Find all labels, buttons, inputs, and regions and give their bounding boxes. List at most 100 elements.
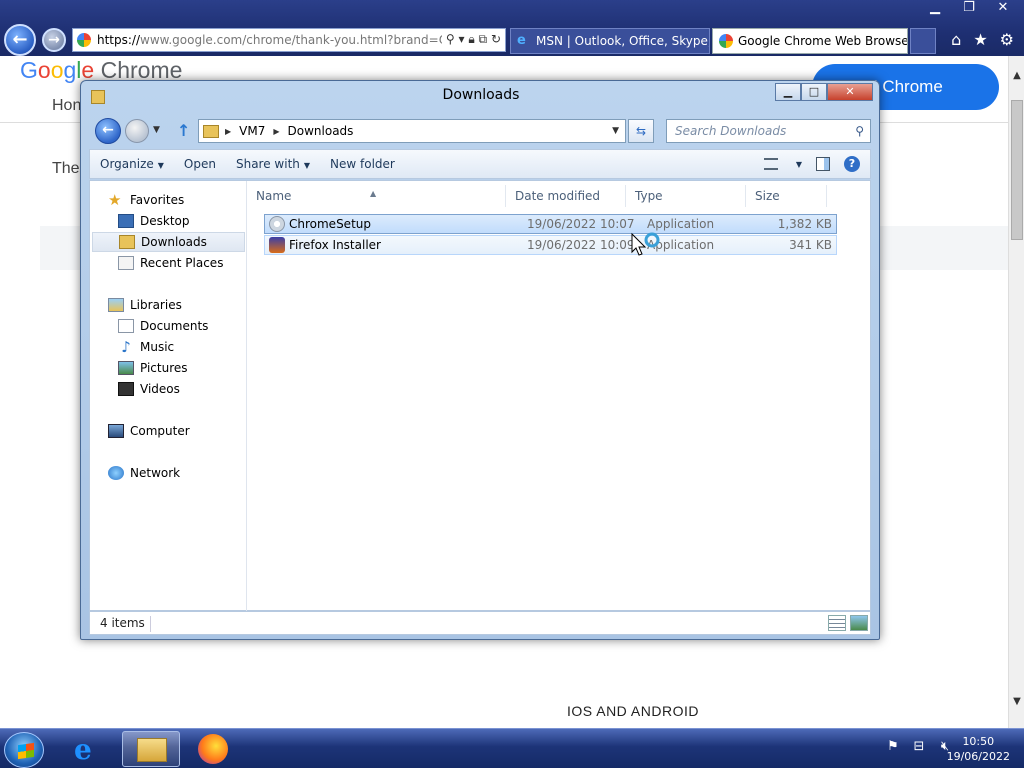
breadcrumb-downloads[interactable]: Downloads	[288, 124, 354, 138]
sidebar-item-network[interactable]: Network	[108, 463, 180, 483]
music-icon: ♪	[121, 338, 131, 356]
chevron-down-icon: ▼	[157, 161, 164, 170]
home-icon[interactable]: ⌂	[951, 30, 961, 49]
dropdown-icon[interactable]: ▾	[458, 32, 464, 46]
sidebar-item-downloads[interactable]: Downloads	[92, 232, 245, 252]
preview-pane-icon[interactable]	[816, 157, 830, 171]
windows-logo-icon	[18, 742, 34, 760]
sidebar-item-libraries[interactable]: Libraries	[108, 295, 182, 315]
sidebar-item-pictures[interactable]: Pictures	[118, 358, 188, 378]
settings-gear-icon[interactable]: ⚙	[1000, 30, 1014, 49]
desktop-icon	[118, 214, 134, 228]
chevron-down-icon: ▼	[303, 161, 311, 170]
url-scheme: https://	[97, 33, 141, 47]
chevron-right-icon[interactable]: ▶	[273, 127, 279, 136]
page-heading-partial: The	[52, 160, 80, 177]
taskbar-firefox[interactable]	[184, 731, 242, 767]
taskbar-windows-explorer[interactable]	[122, 731, 180, 767]
sidebar-item-desktop[interactable]: Desktop	[118, 211, 190, 231]
history-dropdown-icon[interactable]: ▼	[153, 125, 160, 135]
details-view-icon[interactable]	[828, 615, 846, 631]
setup-file-icon	[269, 216, 285, 232]
search-icon[interactable]: ⚲	[855, 120, 864, 142]
window-title: Downloads	[442, 87, 520, 103]
share-with-button[interactable]: Share with ▼	[226, 157, 320, 171]
minimize-icon[interactable]: ▁	[775, 83, 801, 101]
column-header-name[interactable]: ▲ Name	[248, 185, 506, 207]
maximize-icon[interactable]: □	[801, 83, 827, 101]
scroll-up-icon[interactable]: ▲	[1009, 70, 1024, 86]
restore-icon[interactable]: ❐	[952, 0, 986, 18]
firefox-icon	[198, 734, 228, 764]
chevron-down-icon[interactable]: ▼	[796, 160, 802, 169]
folder-icon	[203, 124, 219, 138]
home-nav-link[interactable]: Hon	[52, 97, 81, 115]
browser-window-controls: ▁ ❐ ✕	[918, 0, 1020, 18]
page-scrollbar[interactable]: ▲ ▼	[1008, 56, 1024, 728]
list-item[interactable]: Firefox Installer 19/06/2022 10:09 Appli…	[264, 235, 837, 255]
back-button[interactable]: ←	[4, 24, 36, 56]
refresh-icon[interactable]: ↻	[491, 32, 501, 46]
status-bar: 4 items	[89, 611, 871, 635]
browser-toolbar: ⌂ ★ ⚙	[951, 30, 1014, 49]
refresh-button[interactable]: ⇆	[628, 119, 654, 143]
breadcrumb-vm7[interactable]: VM7	[239, 124, 265, 138]
computer-icon	[108, 424, 124, 438]
tab-google-chrome[interactable]: Google Chrome Web Browser ✕	[712, 28, 908, 54]
sidebar-item-videos[interactable]: Videos	[118, 379, 180, 399]
network-status-icon[interactable]: ⊟	[910, 739, 928, 754]
organize-button[interactable]: Organize ▼	[90, 157, 174, 171]
close-icon[interactable]: ✕	[827, 83, 873, 101]
scroll-thumb[interactable]	[1011, 100, 1023, 240]
lock-icon[interactable]: 🔒︎	[468, 32, 474, 46]
action-center-flag-icon[interactable]: ⚑	[884, 739, 902, 754]
sidebar-item-computer[interactable]: Computer	[108, 421, 190, 441]
chevron-down-icon[interactable]: ▼	[612, 126, 619, 136]
clock-date: 19/06/2022	[946, 750, 1010, 763]
taskbar-internet-explorer[interactable]: e	[60, 731, 118, 767]
videos-icon	[118, 382, 134, 396]
favorites-star-icon[interactable]: ★	[973, 30, 987, 49]
chevron-right-icon[interactable]: ▶	[225, 127, 231, 136]
search-input[interactable]: Search Downloads ⚲	[666, 119, 871, 143]
column-header-date-modified[interactable]: Date modified	[507, 185, 626, 207]
compat-icon[interactable]: ⧉	[479, 32, 488, 46]
navigation-pane[interactable]: ★ Favorites Desktop Downloads Recent Plac…	[90, 181, 247, 612]
item-count: 4 items	[100, 616, 145, 630]
explorer-window-controls: ▁ □ ✕	[775, 83, 873, 101]
file-list[interactable]: ▲ Name Date modified Type Size ChromeSet…	[248, 181, 872, 612]
up-arrow-icon[interactable]: ↑	[177, 121, 190, 140]
sidebar-item-documents[interactable]: Documents	[118, 316, 208, 336]
address-bar[interactable]: https:// www.google.com /chrome/thank-yo…	[72, 28, 506, 52]
new-folder-button[interactable]: New folder	[320, 157, 405, 171]
back-button[interactable]: ←	[95, 118, 121, 144]
internet-explorer-icon: e	[74, 733, 92, 766]
minimize-icon[interactable]: ▁	[918, 0, 952, 18]
search-icon[interactable]: ⚲	[446, 32, 455, 46]
sidebar-item-music[interactable]: ♪ Music	[118, 337, 174, 357]
sidebar-item-recent-places[interactable]: Recent Places	[118, 253, 223, 273]
list-item[interactable]: ChromeSetup 19/06/2022 10:07 Application…	[264, 214, 837, 234]
google-icon	[719, 34, 733, 48]
breadcrumb[interactable]: ▶ VM7 ▶ Downloads ▼	[198, 119, 626, 143]
start-button[interactable]	[4, 732, 44, 768]
url-path: /chrome/thank-you.html?brand=OI	[242, 33, 452, 47]
clock-time: 10:50	[962, 735, 995, 748]
forward-button[interactable]	[125, 119, 149, 143]
ie-icon: e	[517, 33, 526, 48]
close-icon[interactable]: ✕	[986, 0, 1020, 18]
new-tab-button[interactable]	[910, 28, 936, 54]
sidebar-item-favorites[interactable]: ★ Favorites	[108, 190, 184, 210]
column-header-type[interactable]: Type	[627, 185, 746, 207]
tab-msn[interactable]: e MSN | Outlook, Office, Skype, ...	[510, 28, 710, 54]
network-icon	[108, 466, 124, 480]
help-icon[interactable]: ?	[844, 156, 860, 172]
documents-icon	[118, 319, 134, 333]
forward-button[interactable]: →	[42, 28, 66, 52]
change-view-icon[interactable]	[763, 158, 778, 170]
scroll-down-icon[interactable]: ▼	[1009, 696, 1024, 712]
column-header-size[interactable]: Size	[747, 185, 827, 207]
clock[interactable]: 10:50 19/06/2022	[947, 734, 1010, 764]
large-icons-view-icon[interactable]	[850, 615, 868, 631]
open-button[interactable]: Open	[174, 157, 226, 171]
